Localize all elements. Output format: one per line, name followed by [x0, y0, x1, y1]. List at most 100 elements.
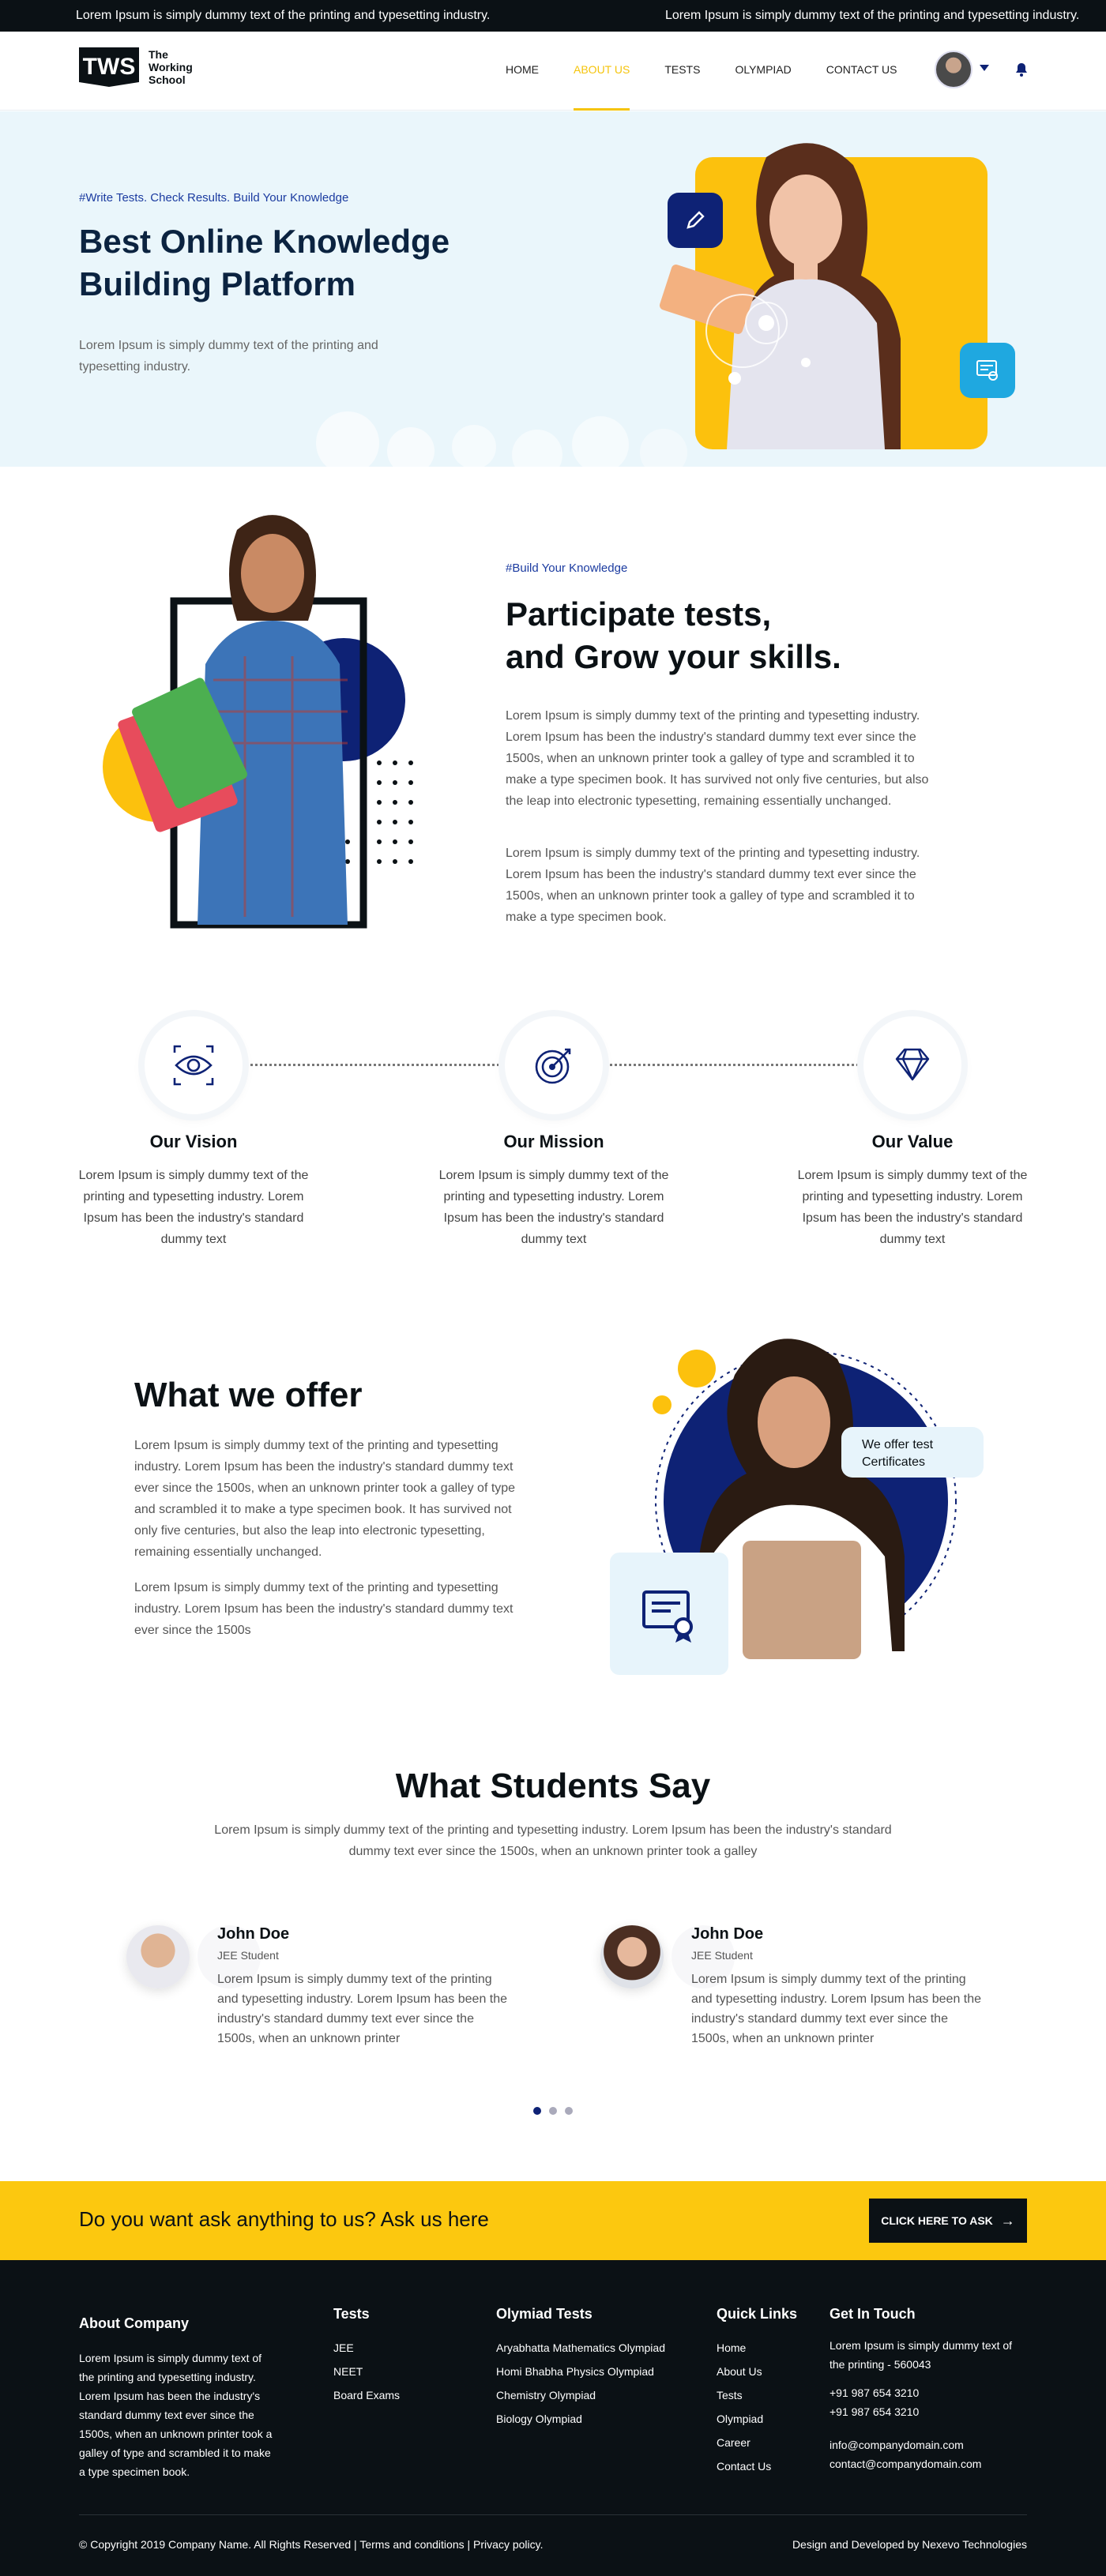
- participate-title: Participate tests, and Grow your skills.: [506, 593, 995, 678]
- footer-email[interactable]: info@companydomain.com: [830, 2435, 964, 2454]
- footer-link[interactable]: Chemistry Olympiad: [496, 2383, 665, 2407]
- carousel-dots: [0, 2105, 1106, 2119]
- testimonial-avatar: [600, 1925, 664, 1988]
- carousel-dot[interactable]: [533, 2107, 541, 2115]
- value-title: Our Value: [871, 1132, 954, 1151]
- footer-contact-title: Get In Touch: [830, 2306, 916, 2322]
- mission-icon-circle: [505, 1016, 603, 1114]
- carousel-dot[interactable]: [565, 2107, 573, 2115]
- participate-section: #Build Your Knowledge Participate tests,…: [0, 467, 1106, 956]
- target-icon: [535, 1048, 571, 1084]
- decorative-bubbles: [316, 411, 687, 467]
- participate-title-line: Participate tests,: [506, 595, 772, 633]
- testimonial-card: John Doe JEE Student Lorem Ipsum is simp…: [126, 1919, 537, 2053]
- nav-olympiad[interactable]: OLYMPIAD: [735, 63, 791, 111]
- footer-link[interactable]: Career: [717, 2431, 771, 2454]
- testimonial-name: John Doe: [217, 1925, 290, 1943]
- testimonials-subtitle: Lorem Ipsum is simply dummy text of the …: [214, 1823, 892, 1858]
- developer-credit: Design and Developed by Nexevo Technolog…: [792, 2538, 1027, 2551]
- offer-title: What we offer: [134, 1376, 363, 1414]
- hero-title-line: Building Platform: [79, 265, 356, 302]
- testimonial-text: Lorem Ipsum is simply dummy text of the …: [217, 1973, 508, 2045]
- site-footer: About Company Lorem Ipsum is simply dumm…: [0, 2260, 1106, 2576]
- site-logo[interactable]: TWS The Working School: [79, 47, 212, 87]
- logo-mark: TWS: [79, 47, 139, 87]
- pencil-icon-box: [668, 193, 723, 248]
- terms-link[interactable]: Terms and conditions: [359, 2538, 464, 2551]
- legal-separator: |: [351, 2538, 360, 2551]
- eye-target-icon: [173, 1045, 214, 1086]
- footer-link[interactable]: Contact Us: [717, 2454, 771, 2478]
- logo-text: The Working School: [149, 48, 193, 86]
- legal-separator: |: [464, 2538, 474, 2551]
- footer-link[interactable]: Aryabhatta Mathematics Olympiad: [496, 2336, 665, 2360]
- footer-link[interactable]: JEE: [333, 2336, 400, 2360]
- offer-para-1: Lorem Ipsum is simply dummy text of the …: [134, 1439, 516, 1559]
- hero-text: Lorem Ipsum is simply dummy text of the …: [79, 339, 378, 374]
- privacy-link[interactable]: Privacy policy.: [473, 2538, 543, 2551]
- chevron-down-icon[interactable]: [980, 65, 989, 71]
- participate-tagline: #Build Your Knowledge: [506, 561, 628, 575]
- copyright-text: © Copyright 2019 Company Name. All Right…: [79, 2538, 352, 2551]
- footer-email[interactable]: contact@companydomain.com: [830, 2454, 981, 2473]
- nav-home[interactable]: HOME: [506, 63, 539, 111]
- dotted-connector: [604, 1064, 865, 1066]
- user-avatar[interactable]: [935, 51, 972, 88]
- ask-button[interactable]: CLICK HERE TO ASK →: [869, 2199, 1027, 2243]
- ticker-text: Lorem Ipsum is simply dummy text of the …: [665, 9, 1080, 22]
- nav-about-us[interactable]: ABOUT US: [574, 63, 630, 111]
- footer-olympiad-list: Aryabhatta Mathematics Olympiad Homi Bha…: [496, 2336, 665, 2431]
- testimonials-section: What Students Say Lorem Ipsum is simply …: [0, 1737, 1106, 2148]
- footer-link[interactable]: Biology Olympiad: [496, 2407, 665, 2431]
- hero-title: Best Online Knowledge Building Platform: [79, 220, 521, 306]
- participate-para-2: Lorem Ipsum is simply dummy text of the …: [506, 847, 920, 924]
- footer-link[interactable]: Homi Bhabha Physics Olympiad: [496, 2360, 665, 2383]
- footer-link[interactable]: Board Exams: [333, 2383, 400, 2407]
- arrow-right-icon: →: [1000, 2212, 1015, 2229]
- footer-phone[interactable]: +91 987 654 3210: [830, 2383, 919, 2402]
- testimonial-name: John Doe: [691, 1925, 764, 1943]
- pencil-icon: [687, 211, 705, 229]
- footer-link[interactable]: About Us: [717, 2360, 771, 2383]
- hero-title-line: Best Online Knowledge: [79, 223, 450, 260]
- footer-address: Lorem Ipsum is simply dummy text of the …: [830, 2339, 1013, 2371]
- footer-link[interactable]: Olympiad: [717, 2407, 771, 2431]
- ticker-text: Lorem Ipsum is simply dummy text of the …: [76, 9, 491, 22]
- hero-tagline: #Write Tests. Check Results. Build Your …: [79, 191, 349, 205]
- footer-divider: [79, 2514, 1027, 2515]
- footer-link[interactable]: NEET: [333, 2360, 400, 2383]
- footer-phone[interactable]: +91 987 654 3210: [830, 2402, 919, 2421]
- footer-legal: © Copyright 2019 Company Name. All Right…: [79, 2538, 543, 2551]
- certificate-icon: [976, 360, 998, 381]
- testimonials-title: What Students Say: [395, 1767, 711, 1805]
- main-nav: HOME ABOUT US TESTS OLYMPIAD CONTACT US: [506, 63, 931, 111]
- nav-contact-us[interactable]: CONTACT US: [826, 63, 897, 111]
- carousel-dot[interactable]: [549, 2107, 557, 2115]
- participate-title-line: and Grow your skills.: [506, 638, 841, 675]
- top-ticker-bar: Lorem Ipsum is simply dummy text of the …: [0, 0, 1106, 32]
- certificate-badge: We offer test Certificates: [841, 1427, 984, 1478]
- vision-text: Lorem Ipsum is simply dummy text of the …: [78, 1169, 309, 1246]
- nav-tests[interactable]: TESTS: [664, 63, 700, 111]
- certificate-icon-card: [610, 1553, 728, 1675]
- dotted-connector: [245, 1064, 506, 1066]
- offer-para-2: Lorem Ipsum is simply dummy text of the …: [134, 1581, 514, 1637]
- footer-link[interactable]: Home: [717, 2336, 771, 2360]
- footer-tests-title: Tests: [333, 2306, 370, 2322]
- mission-title: Our Mission: [503, 1132, 604, 1151]
- diamond-icon: [895, 1048, 930, 1081]
- student-with-books-image: [103, 515, 413, 929]
- ask-text: Do you want ask anything to us? Ask us h…: [79, 2207, 489, 2231]
- footer-olympiad-title: Olymiad Tests: [496, 2306, 592, 2322]
- ask-button-label: CLICK HERE TO ASK: [881, 2214, 993, 2227]
- certificate-icon: [642, 1590, 693, 1643]
- bell-icon[interactable]: [1014, 62, 1029, 77]
- testimonial-card: John Doe JEE Student Lorem Ipsum is simp…: [600, 1919, 1011, 2053]
- testimonial-text: Lorem Ipsum is simply dummy text of the …: [691, 1973, 982, 2045]
- footer-link[interactable]: Tests: [717, 2383, 771, 2407]
- vision-icon-circle: [145, 1016, 243, 1114]
- mission-text: Lorem Ipsum is simply dummy text of the …: [438, 1169, 669, 1246]
- footer-quick-links-title: Quick Links: [717, 2306, 798, 2322]
- hero-student-image: [659, 143, 901, 449]
- hero-section: #Write Tests. Check Results. Build Your …: [0, 111, 1106, 467]
